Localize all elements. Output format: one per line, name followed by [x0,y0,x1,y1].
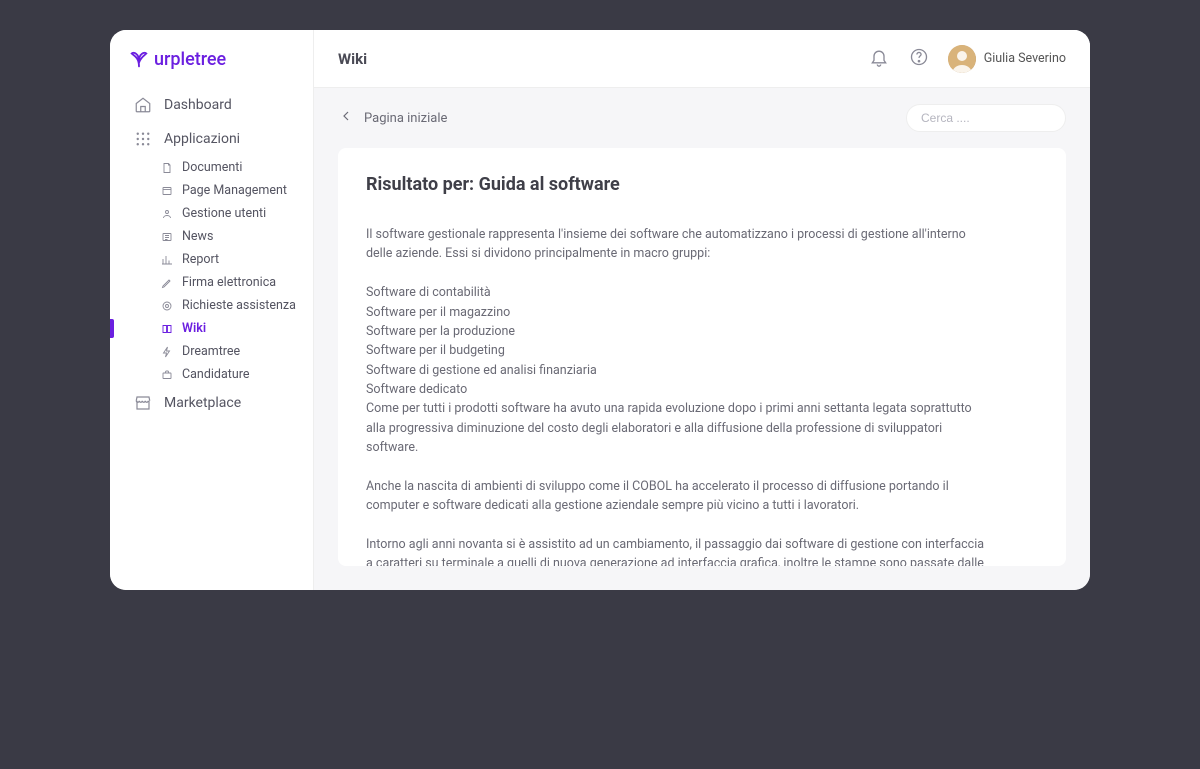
briefcase-icon [160,368,174,382]
support-icon [160,299,174,313]
brand-wordmark: urpletree [154,49,226,70]
back-link-label: Pagina iniziale [364,111,447,126]
content-card: Risultato per: Guida al software Il soft… [338,148,1066,566]
sidebar-item-label: Dreamtree [182,344,240,359]
topbar-right: Giulia Severino [868,45,1066,73]
sidebar-item-label: Wiki [182,321,206,336]
avatar [948,45,976,73]
users-icon [160,207,174,221]
page-title: Wiki [338,50,367,68]
sidebar-item-report[interactable]: Report [114,248,313,271]
sidebar-item-firma[interactable]: Firma elettronica [114,271,313,294]
user-name: Giulia Severino [984,51,1066,66]
sidebar: urpletree Dashboard Applicazioni Documen… [110,30,314,590]
primary-nav: Dashboard Applicazioni Documenti Page Ma… [110,88,313,420]
sidebar-item-label: Richieste assistenza [182,298,296,313]
result-body: Il software gestionale rappresenta l'ins… [366,225,986,566]
chart-icon [160,253,174,267]
sidebar-item-documenti[interactable]: Documenti [114,156,313,179]
sidebar-item-wiki[interactable]: Wiki [114,317,313,340]
sidebar-item-richieste[interactable]: Richieste assistenza [114,294,313,317]
sidebar-item-gestione-utenti[interactable]: Gestione utenti [114,202,313,225]
notifications-button[interactable] [868,48,890,70]
brand-mark-icon [128,48,150,70]
sidebar-item-label: Gestione utenti [182,206,266,221]
sidebar-item-label: Report [182,252,219,267]
pen-icon [160,276,174,290]
bell-icon [869,47,889,71]
arrow-left-icon [338,108,354,128]
wiki-icon [160,322,174,336]
sidebar-item-applicazioni[interactable]: Applicazioni [114,122,313,156]
pages-icon [160,184,174,198]
sidebar-item-label: Page Management [182,183,287,198]
help-icon [909,47,929,71]
news-icon [160,230,174,244]
sidebar-item-dashboard[interactable]: Dashboard [114,88,313,122]
main-area: Wiki Giulia Severino [314,30,1090,590]
back-link[interactable]: Pagina iniziale [338,108,447,128]
result-title: Risultato per: Guida al software [366,174,1038,195]
sidebar-item-label: News [182,229,213,244]
help-button[interactable] [908,48,930,70]
brand-logo[interactable]: urpletree [110,48,313,88]
document-icon [160,161,174,175]
sidebar-item-label: Dashboard [164,97,232,113]
store-icon [134,394,152,412]
sidebar-item-label: Documenti [182,160,242,175]
sidebar-item-candidature[interactable]: Candidature [114,363,313,386]
active-indicator [110,319,114,338]
app-window: urpletree Dashboard Applicazioni Documen… [110,30,1090,590]
apps-grid-icon [134,130,152,148]
sidebar-item-news[interactable]: News [114,225,313,248]
sidebar-item-marketplace[interactable]: Marketplace [114,386,313,420]
bolt-icon [160,345,174,359]
sidebar-item-label: Candidature [182,367,250,382]
user-menu[interactable]: Giulia Severino [948,45,1066,73]
topbar: Wiki Giulia Severino [314,30,1090,88]
home-icon [134,96,152,114]
sidebar-item-label: Applicazioni [164,131,240,147]
sidebar-item-dreamtree[interactable]: Dreamtree [114,340,313,363]
sidebar-item-page-management[interactable]: Page Management [114,179,313,202]
sidebar-item-label: Marketplace [164,395,241,411]
search-input[interactable] [906,104,1066,132]
sidebar-item-label: Firma elettronica [182,275,276,290]
content-toolbar: Pagina iniziale [314,88,1090,148]
apps-subnav: Documenti Page Management Gestione utent… [114,156,313,386]
